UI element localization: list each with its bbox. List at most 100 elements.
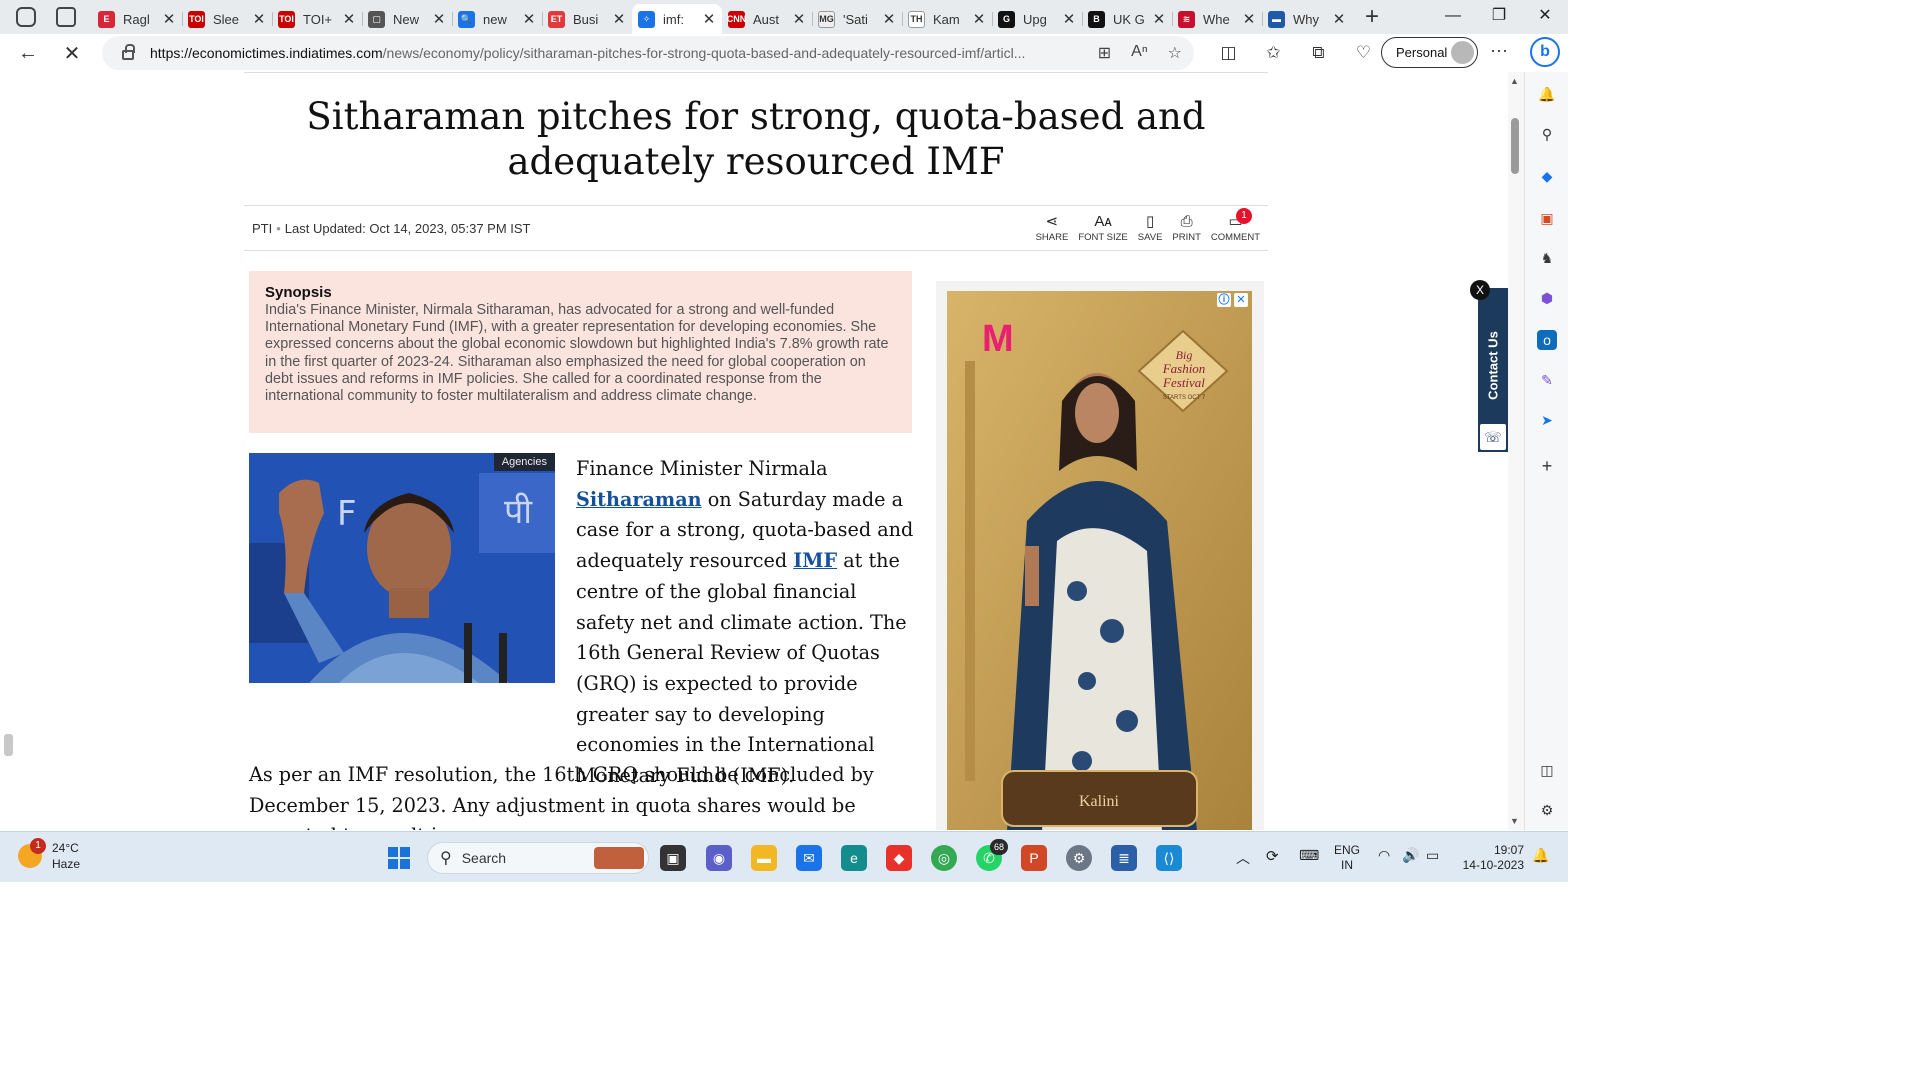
tab-close-icon[interactable]: ✕ <box>1062 10 1076 28</box>
start-button[interactable] <box>388 847 410 869</box>
favorites-icon[interactable]: ✩ <box>1251 43 1296 63</box>
chrome-icon[interactable]: ◎ <box>931 845 957 871</box>
microsoft-365-icon[interactable]: ⬢ <box>1537 288 1557 308</box>
lock-icon[interactable] <box>122 44 135 60</box>
left-scroll-handle[interactable] <box>4 734 13 756</box>
browser-tab[interactable]: ▬ Why ✕ <box>1262 4 1352 34</box>
browser-tab[interactable]: ET Busi ✕ <box>542 4 632 34</box>
browser-tab[interactable]: ▢ New ✕ <box>362 4 452 34</box>
task-view-icon[interactable]: ▣ <box>660 845 686 871</box>
back-button[interactable]: ← <box>6 42 50 65</box>
battery-icon[interactable]: ▭ <box>1426 847 1439 864</box>
comment-button[interactable]: ▭ COMMENT 1 <box>1211 208 1260 243</box>
tab-close-icon[interactable]: ✕ <box>972 10 986 28</box>
address-bar[interactable]: https://economictimes.indiatimes.com/new… <box>102 36 1194 70</box>
app-available-icon[interactable]: ⊞ <box>1098 43 1111 63</box>
url-text[interactable]: https://economictimes.indiatimes.com/new… <box>150 45 1070 61</box>
show-hidden-icons[interactable]: ︿ <box>1236 848 1250 868</box>
scroll-up-icon[interactable]: ▲ <box>1510 76 1519 86</box>
powerpoint-icon[interactable]: P <box>1021 845 1047 871</box>
clock[interactable]: 19:07 14-10-2023 <box>1460 843 1524 873</box>
sitharaman-link[interactable]: Sitharaman <box>576 488 702 511</box>
tab-close-icon[interactable]: ✕ <box>612 10 626 28</box>
add-sidebar-app-icon[interactable]: + <box>1537 456 1557 476</box>
profile-button[interactable]: Personal <box>1381 37 1478 68</box>
workspaces-icon[interactable] <box>16 7 36 27</box>
tab-close-icon[interactable]: ✕ <box>702 10 716 28</box>
browser-essentials-icon[interactable]: ♡ <box>1341 43 1386 63</box>
ad-close-icon[interactable]: ✕ <box>1234 293 1248 307</box>
browser-tab[interactable]: ✧ imf: ✕ <box>632 4 722 34</box>
advertisement[interactable]: M Big Fashion Festival STARTS OCT 7 Kali… <box>947 291 1252 830</box>
read-aloud-icon[interactable]: A͏ⁿ <box>1131 43 1148 63</box>
page-scrollbar[interactable]: ▲ ▼ <box>1508 72 1524 830</box>
mail-icon[interactable]: ✉ <box>796 845 822 871</box>
tab-close-icon[interactable]: ✕ <box>1242 10 1256 28</box>
tab-close-icon[interactable]: ✕ <box>1152 10 1166 28</box>
tab-close-icon[interactable]: ✕ <box>342 10 356 28</box>
weather-widget[interactable]: 1 24°C Haze <box>18 838 80 872</box>
favorite-star-icon[interactable]: ☆ <box>1168 43 1182 63</box>
tab-close-icon[interactable]: ✕ <box>162 10 176 28</box>
tab-close-icon[interactable]: ✕ <box>432 10 446 28</box>
games-icon[interactable]: ♞ <box>1537 248 1557 268</box>
notepad-icon[interactable]: ≣ <box>1111 845 1137 871</box>
minimize-button[interactable]: — <box>1430 0 1476 34</box>
outlook-icon[interactable]: o <box>1537 330 1557 350</box>
ad-info-icon[interactable]: ⓘ <box>1217 293 1231 307</box>
scroll-down-icon[interactable]: ▼ <box>1510 816 1519 826</box>
copilot-icon[interactable]: b <box>1530 37 1560 67</box>
language-indicator[interactable]: ENG IN <box>1334 843 1360 873</box>
search-icon[interactable]: ⚲ <box>1537 124 1557 144</box>
tab-close-icon[interactable]: ✕ <box>1332 10 1346 28</box>
print-button[interactable]: ⎙ PRINT <box>1172 212 1201 243</box>
browser-tab[interactable]: TH Kam ✕ <box>902 4 992 34</box>
collections-icon[interactable]: ⧉ <box>1296 43 1341 63</box>
browser-tab[interactable]: B UK G ✕ <box>1082 4 1172 34</box>
teams-chat-icon[interactable]: ◉ <box>706 845 732 871</box>
scroll-thumb[interactable] <box>1511 118 1519 174</box>
settings-icon[interactable]: ⚙ <box>1066 845 1092 871</box>
tab-close-icon[interactable]: ✕ <box>252 10 266 28</box>
share-button[interactable]: ⋖ SHARE <box>1036 212 1069 243</box>
browser-tab[interactable]: G Upg ✕ <box>992 4 1082 34</box>
article-photo[interactable]: पी F Agencies <box>249 453 555 683</box>
font-size-button[interactable]: Aᴀ FONT SIZE <box>1078 212 1127 243</box>
app-diamond-icon[interactable]: ◆ <box>886 845 912 871</box>
browser-tab[interactable]: E Ragl ✕ <box>92 4 182 34</box>
wifi-icon[interactable]: ◠ <box>1378 847 1390 864</box>
vscode-icon[interactable]: ⟨⟩ <box>1156 845 1182 871</box>
close-window-button[interactable]: ✕ <box>1522 0 1568 34</box>
restore-button[interactable]: ❐ <box>1476 0 1522 34</box>
keyboard-icon[interactable]: ⌨ <box>1299 847 1319 864</box>
hide-sidebar-icon[interactable]: ◫ <box>1537 760 1557 780</box>
taskbar-search[interactable]: ⚲ Search <box>427 842 649 874</box>
browser-tab[interactable]: CNN Aust ✕ <box>722 4 812 34</box>
volume-icon[interactable]: 🔊 <box>1402 847 1419 864</box>
shopping-tag-icon[interactable]: ◆ <box>1537 166 1557 186</box>
browser-tab[interactable]: 🔍 new ✕ <box>452 4 542 34</box>
designer-icon[interactable]: ✎ <box>1537 370 1557 390</box>
file-explorer-icon[interactable]: ▬ <box>751 845 777 871</box>
new-tab-button[interactable]: + <box>1352 3 1392 31</box>
split-screen-icon[interactable]: ◫ <box>1206 43 1251 63</box>
sidebar-settings-icon[interactable]: ⚙ <box>1537 800 1557 820</box>
tools-icon[interactable]: ▣ <box>1537 208 1557 228</box>
browser-tab[interactable]: MG 'Sati ✕ <box>812 4 902 34</box>
tab-close-icon[interactable]: ✕ <box>522 10 536 28</box>
notification-center-icon[interactable]: 🔔 <box>1532 847 1549 864</box>
tab-close-icon[interactable]: ✕ <box>882 10 896 28</box>
more-menu-icon[interactable]: ··· <box>1490 40 1508 61</box>
article-source[interactable]: PTI <box>252 221 272 236</box>
sync-icon[interactable]: ⟳ <box>1266 847 1279 865</box>
contact-close-button[interactable]: X <box>1470 280 1490 300</box>
tab-actions-icon[interactable] <box>56 7 76 27</box>
imf-link[interactable]: IMF <box>793 549 837 572</box>
notifications-icon[interactable]: 🔔 <box>1537 84 1557 104</box>
browser-tab[interactable]: TOI TOI+ ✕ <box>272 4 362 34</box>
edge-browser-icon[interactable]: e <box>841 845 867 871</box>
browser-tab[interactable]: TOI Slee ✕ <box>182 4 272 34</box>
contact-us-tab[interactable]: Contact Us ☏ <box>1478 288 1508 452</box>
whatsapp-icon[interactable]: ✆ 68 <box>976 839 1008 871</box>
browser-tab[interactable]: ≋ Whe ✕ <box>1172 4 1262 34</box>
